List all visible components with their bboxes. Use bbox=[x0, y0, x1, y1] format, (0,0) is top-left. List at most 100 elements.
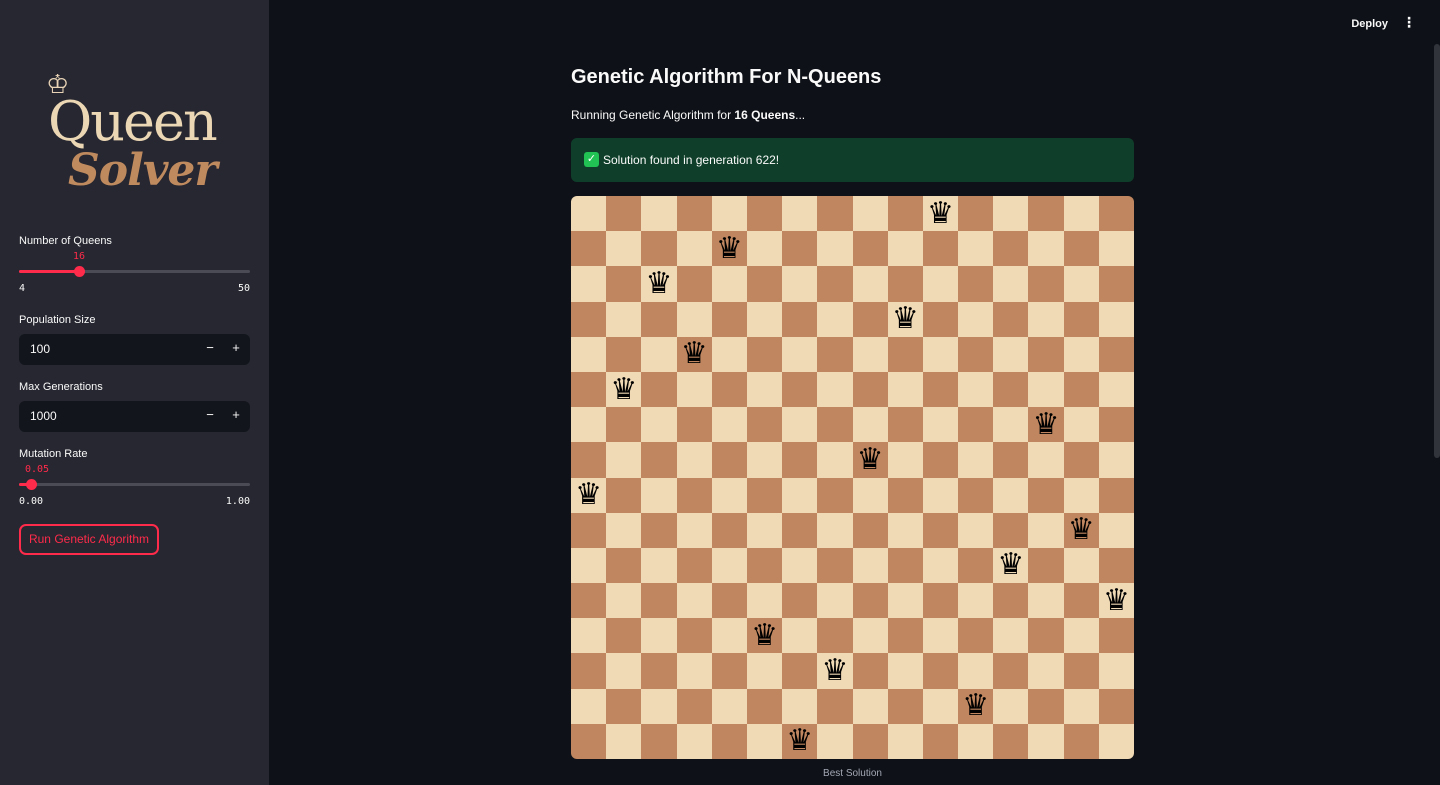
queen-icon: ♛ bbox=[575, 477, 603, 513]
board-square bbox=[958, 371, 994, 408]
board-square bbox=[922, 618, 959, 654]
board-square bbox=[1028, 301, 1064, 337]
num-queens-max: 50 bbox=[237, 283, 250, 294]
board-square: ♛ bbox=[1098, 583, 1134, 619]
board-square bbox=[887, 336, 923, 372]
max-generations-decrement-button[interactable]: − bbox=[200, 407, 220, 422]
board-square bbox=[993, 442, 1029, 478]
board-square bbox=[922, 547, 959, 584]
board-square bbox=[887, 618, 923, 654]
board-square bbox=[641, 512, 677, 548]
population-increment-button[interactable]: + bbox=[226, 340, 246, 355]
board-square bbox=[571, 512, 607, 548]
max-generations-input[interactable]: 1000 − + bbox=[19, 401, 250, 432]
board-square bbox=[852, 618, 888, 654]
board-square: ♛ bbox=[852, 442, 888, 478]
max-generations-value[interactable]: 1000 bbox=[30, 409, 57, 423]
board-square bbox=[887, 442, 923, 478]
board-square bbox=[887, 653, 923, 689]
board-square bbox=[641, 688, 677, 724]
board-square bbox=[922, 688, 959, 724]
board-square bbox=[606, 442, 642, 478]
max-generations-label: Max Generations bbox=[19, 381, 103, 393]
board-square bbox=[1028, 688, 1064, 724]
board-square bbox=[817, 371, 853, 408]
board-square bbox=[887, 231, 923, 267]
board-square bbox=[993, 512, 1029, 548]
board-square bbox=[641, 231, 677, 267]
board-square bbox=[1028, 231, 1064, 267]
board-square bbox=[746, 688, 783, 724]
board-square bbox=[711, 688, 747, 724]
num-queens-slider-thumb[interactable] bbox=[74, 266, 85, 277]
mutation-rate-slider-thumb[interactable] bbox=[26, 479, 37, 490]
board-square bbox=[817, 547, 853, 584]
board-square bbox=[676, 547, 712, 584]
board-square bbox=[1028, 336, 1064, 372]
board-square bbox=[676, 477, 712, 513]
board-square bbox=[922, 442, 959, 478]
board-square bbox=[606, 266, 642, 302]
num-queens-slider[interactable] bbox=[19, 266, 250, 277]
max-generations-increment-button[interactable]: + bbox=[226, 407, 246, 422]
board-square bbox=[817, 688, 853, 724]
board-square bbox=[1028, 583, 1064, 619]
board-square bbox=[958, 512, 994, 548]
deploy-button[interactable]: Deploy bbox=[1351, 18, 1388, 30]
board-square bbox=[1063, 723, 1099, 759]
board-square: ♛ bbox=[958, 688, 994, 724]
board-square bbox=[922, 583, 959, 619]
population-size-value[interactable]: 100 bbox=[30, 342, 50, 356]
board-square bbox=[782, 336, 818, 372]
board-square: ♛ bbox=[922, 196, 959, 232]
board-square bbox=[993, 618, 1029, 654]
board-square bbox=[852, 688, 888, 724]
board-square bbox=[1028, 653, 1064, 689]
board-square bbox=[746, 371, 783, 408]
board-square bbox=[887, 407, 923, 443]
board-square bbox=[1028, 547, 1064, 584]
board-square bbox=[606, 723, 642, 759]
board-square bbox=[817, 618, 853, 654]
logo-queen-text: Queen bbox=[48, 90, 218, 153]
board-square bbox=[887, 196, 923, 232]
board-square: ♛ bbox=[746, 618, 783, 654]
board-square bbox=[641, 583, 677, 619]
board-square bbox=[993, 266, 1029, 302]
board-square bbox=[852, 477, 888, 513]
board-square bbox=[571, 231, 607, 267]
board-square bbox=[993, 583, 1029, 619]
board-square bbox=[887, 723, 923, 759]
board-square bbox=[922, 407, 959, 443]
board-square bbox=[606, 301, 642, 337]
board-square bbox=[782, 301, 818, 337]
board-square bbox=[1063, 688, 1099, 724]
board-square bbox=[641, 723, 677, 759]
board-square bbox=[887, 688, 923, 724]
queen-icon: ♛ bbox=[645, 265, 673, 301]
board-square bbox=[958, 442, 994, 478]
board-square bbox=[922, 231, 959, 267]
board-square bbox=[958, 301, 994, 337]
board-square bbox=[746, 723, 783, 759]
board-square bbox=[993, 723, 1029, 759]
board-square bbox=[676, 583, 712, 619]
population-decrement-button[interactable]: − bbox=[200, 340, 220, 355]
success-alert: ✓ Solution found in generation 622! bbox=[571, 138, 1134, 182]
mutation-rate-slider[interactable] bbox=[19, 479, 250, 490]
population-size-input[interactable]: 100 − + bbox=[19, 334, 250, 365]
kebab-menu-icon[interactable]: ⋮ bbox=[1402, 14, 1416, 31]
board-square bbox=[852, 723, 888, 759]
board-square bbox=[782, 547, 818, 584]
board-square bbox=[1098, 336, 1134, 372]
run-genetic-algorithm-button[interactable]: Run Genetic Algorithm bbox=[19, 524, 159, 555]
scrollbar[interactable] bbox=[1434, 44, 1440, 458]
queen-icon: ♛ bbox=[962, 688, 990, 724]
board-square bbox=[922, 723, 959, 759]
board-square: ♛ bbox=[993, 547, 1029, 584]
board-square bbox=[887, 266, 923, 302]
board-square bbox=[1098, 407, 1134, 443]
board-square bbox=[606, 547, 642, 584]
board-square bbox=[746, 442, 783, 478]
board-square bbox=[887, 512, 923, 548]
